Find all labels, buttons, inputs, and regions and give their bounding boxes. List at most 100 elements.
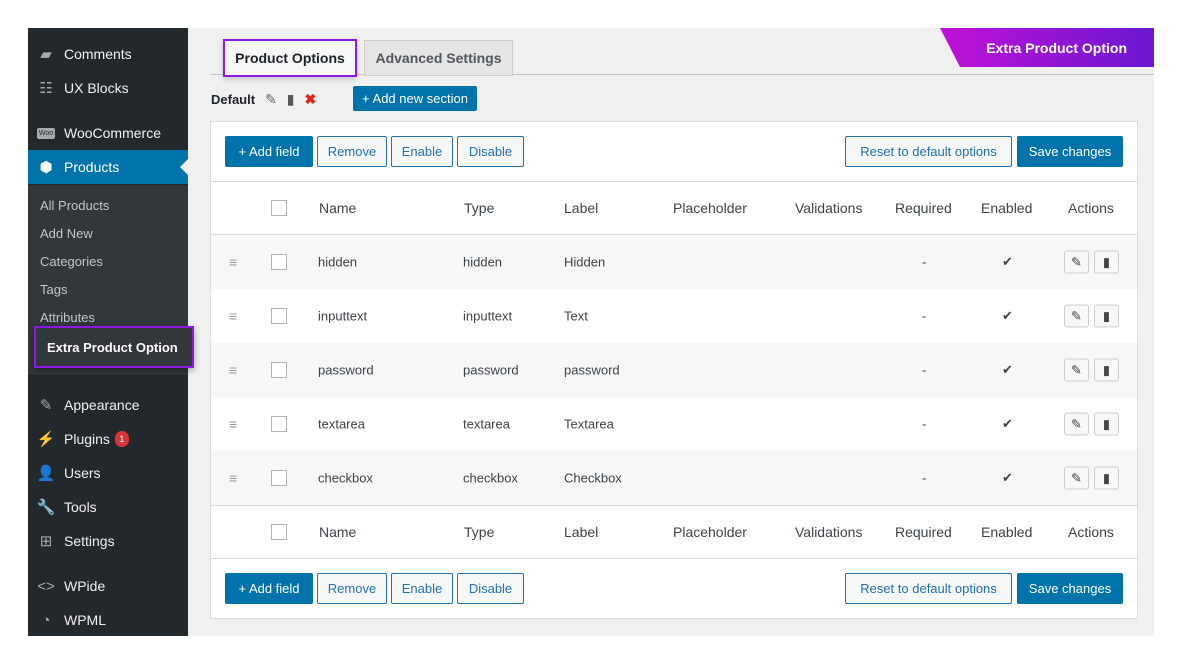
copy-field-icon[interactable]: ▮ bbox=[1094, 304, 1119, 328]
cell-name: hidden bbox=[318, 254, 358, 270]
brush-icon: ✎ bbox=[39, 397, 53, 414]
edit-field-icon[interactable]: ✎ bbox=[1064, 250, 1089, 274]
drag-handle-icon[interactable]: ≡ bbox=[229, 254, 237, 270]
tab-advanced-settings[interactable]: Advanced Settings bbox=[364, 40, 513, 76]
table-row: ≡ checkbox checkbox Checkbox - ✔ ✎ ▮ bbox=[211, 451, 1137, 505]
save-changes-button-bottom[interactable]: Save changes bbox=[1017, 573, 1123, 604]
table-header: Name Type Label Placeholder Validations … bbox=[211, 182, 1137, 234]
remove-button-bottom[interactable]: Remove bbox=[317, 573, 387, 604]
table-row: ≡ textarea textarea Textarea - ✔ ✎ ▮ bbox=[211, 397, 1137, 451]
submenu-tags[interactable]: Tags bbox=[40, 282, 67, 297]
box-icon: ⬢ bbox=[39, 159, 53, 176]
header-enabled: Enabled bbox=[981, 200, 1033, 216]
comment-icon: ▰ bbox=[40, 46, 52, 63]
cell-type: checkbox bbox=[463, 470, 518, 486]
submenu-categories[interactable]: Categories bbox=[40, 254, 103, 269]
menu-wpide[interactable]: <> WPide bbox=[28, 569, 188, 603]
fields-panel: + Add field Remove Enable Disable Reset … bbox=[210, 121, 1138, 619]
sliders-icon: ⊞ bbox=[39, 533, 53, 550]
divider bbox=[211, 558, 1137, 559]
cell-name: password bbox=[318, 362, 374, 378]
footer-required: Required bbox=[895, 524, 952, 540]
row-checkbox[interactable] bbox=[271, 416, 287, 432]
drag-handle-icon[interactable]: ≡ bbox=[229, 362, 237, 378]
menu-products[interactable]: ⬢ Products bbox=[28, 150, 188, 184]
wpml-icon: ◔ bbox=[41, 611, 51, 629]
sidebar: ▰ Comments ☷ UX Blocks Woo WooCommerce ⬢ Pro… bbox=[28, 28, 194, 636]
cell-type: textarea bbox=[463, 416, 510, 432]
menu-wpml[interactable]: ◔ WPML bbox=[28, 603, 188, 636]
edit-field-icon[interactable]: ✎ bbox=[1064, 304, 1089, 328]
add-field-button-bottom[interactable]: + Add field bbox=[225, 573, 313, 604]
add-field-button[interactable]: + Add field bbox=[225, 136, 313, 167]
table-footer: Name Type Label Placeholder Validations … bbox=[211, 506, 1137, 558]
copy-field-icon[interactable]: ▮ bbox=[1094, 412, 1119, 436]
reset-defaults-button[interactable]: Reset to default options bbox=[845, 136, 1012, 167]
copy-field-icon[interactable]: ▮ bbox=[1094, 250, 1119, 274]
submenu-attributes[interactable]: Attributes bbox=[40, 310, 95, 325]
disable-button[interactable]: Disable bbox=[457, 136, 524, 167]
section-bar: Default ✎ ▮ ✖ bbox=[211, 86, 316, 112]
select-all-checkbox-footer[interactable] bbox=[271, 524, 287, 540]
footer-enabled: Enabled bbox=[981, 524, 1033, 540]
edit-field-icon[interactable]: ✎ bbox=[1064, 412, 1089, 436]
blocks-icon: ☷ bbox=[39, 80, 53, 97]
brand-banner: Extra Product Option bbox=[940, 28, 1154, 67]
footer-name: Name bbox=[319, 524, 357, 540]
wrench-icon: 🔧 bbox=[36, 499, 56, 516]
submenu-all-products[interactable]: All Products bbox=[40, 198, 109, 213]
edit-section-icon[interactable]: ✎ bbox=[265, 91, 277, 108]
cell-enabled: ✔ bbox=[1002, 308, 1013, 323]
cell-type: inputtext bbox=[463, 308, 513, 324]
edit-field-icon[interactable]: ✎ bbox=[1064, 358, 1089, 382]
menu-woocommerce[interactable]: Woo WooCommerce bbox=[28, 116, 188, 150]
cell-enabled: ✔ bbox=[1002, 254, 1013, 269]
cell-type: hidden bbox=[463, 254, 503, 270]
remove-button[interactable]: Remove bbox=[317, 136, 387, 167]
cell-type: password bbox=[463, 362, 519, 378]
table-row: ≡ inputtext inputtext Text - ✔ ✎ ▮ bbox=[211, 289, 1137, 343]
row-checkbox[interactable] bbox=[271, 362, 287, 378]
tab-product-options[interactable]: Product Options bbox=[223, 39, 357, 77]
save-changes-button[interactable]: Save changes bbox=[1017, 136, 1123, 167]
copy-field-icon[interactable]: ▮ bbox=[1094, 358, 1119, 382]
code-icon: <> bbox=[37, 577, 55, 595]
menu-plugins[interactable]: ⚡ Plugins 1 bbox=[28, 422, 188, 456]
copy-section-icon[interactable]: ▮ bbox=[287, 91, 295, 108]
header-placeholder: Placeholder bbox=[673, 200, 747, 216]
copy-field-icon[interactable]: ▮ bbox=[1094, 466, 1119, 490]
menu-appearance[interactable]: ✎ Appearance bbox=[28, 388, 188, 422]
header-type: Type bbox=[464, 200, 495, 216]
edit-field-icon[interactable]: ✎ bbox=[1064, 466, 1089, 490]
submenu-add-new[interactable]: Add New bbox=[40, 226, 93, 241]
header-required: Required bbox=[895, 200, 952, 216]
row-checkbox[interactable] bbox=[271, 308, 287, 324]
table-row: ≡ password password password - ✔ ✎ ▮ bbox=[211, 343, 1137, 397]
drag-handle-icon[interactable]: ≡ bbox=[229, 416, 237, 432]
submenu-extra-product-option[interactable]: Extra Product Option bbox=[34, 326, 194, 368]
select-all-checkbox[interactable] bbox=[271, 200, 287, 216]
drag-handle-icon[interactable]: ≡ bbox=[229, 308, 237, 324]
enable-button[interactable]: Enable bbox=[391, 136, 453, 167]
reset-defaults-button-bottom[interactable]: Reset to default options bbox=[845, 573, 1012, 604]
drag-handle-icon[interactable]: ≡ bbox=[229, 470, 237, 486]
add-section-button[interactable]: + Add new section bbox=[353, 86, 477, 111]
plug-icon: ⚡ bbox=[36, 431, 56, 448]
row-checkbox[interactable] bbox=[271, 470, 287, 486]
menu-ux-blocks[interactable]: ☷ UX Blocks bbox=[28, 71, 188, 105]
cell-enabled: ✔ bbox=[1002, 470, 1013, 485]
table-row: ≡ hidden hidden Hidden - ✔ ✎ ▮ bbox=[211, 235, 1137, 289]
cell-enabled: ✔ bbox=[1002, 416, 1013, 431]
delete-section-icon[interactable]: ✖ bbox=[305, 91, 317, 108]
menu-settings[interactable]: ⊞ Settings bbox=[28, 524, 188, 558]
menu-users[interactable]: 👤 Users bbox=[28, 456, 188, 490]
enable-button-bottom[interactable]: Enable bbox=[391, 573, 453, 604]
cell-required: - bbox=[922, 308, 927, 324]
disable-button-bottom[interactable]: Disable bbox=[457, 573, 524, 604]
header-actions: Actions bbox=[1068, 200, 1114, 216]
cell-name: checkbox bbox=[318, 470, 373, 486]
menu-comments[interactable]: ▰ Comments bbox=[28, 37, 188, 71]
row-checkbox[interactable] bbox=[271, 254, 287, 270]
woo-icon: Woo bbox=[36, 127, 56, 139]
menu-tools[interactable]: 🔧 Tools bbox=[28, 490, 188, 524]
